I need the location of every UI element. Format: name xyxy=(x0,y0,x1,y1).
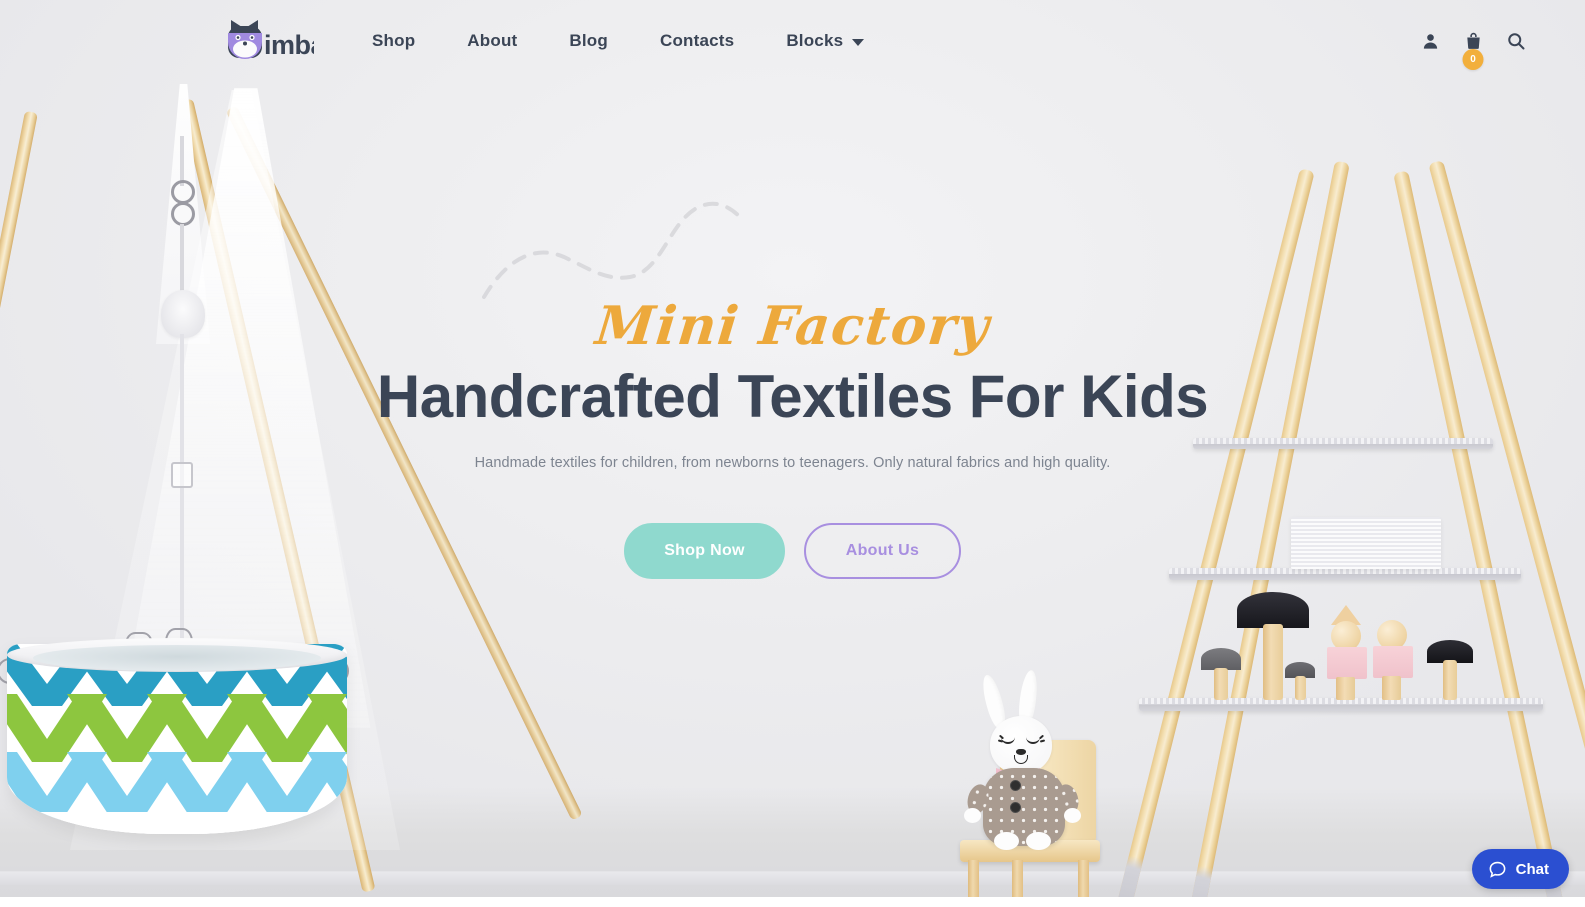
plush-bunny-on-chair xyxy=(938,668,1113,907)
site-header: imba Shop About Blog Contacts Blocks xyxy=(0,0,1585,82)
nav-item-label: About xyxy=(467,31,518,50)
bunny-paw-left xyxy=(964,808,981,823)
bunny-mouth xyxy=(1014,755,1028,764)
hanging-ring-lower xyxy=(171,202,195,226)
cart-count-badge: 0 xyxy=(1462,49,1484,70)
cart-button[interactable]: 0 xyxy=(1460,28,1486,70)
nav-item-blog[interactable]: Blog xyxy=(543,31,634,51)
nav-item-shop[interactable]: Shop xyxy=(372,31,441,51)
chat-widget-label: Chat xyxy=(1515,860,1549,878)
toy-peg-doll-plain xyxy=(1371,620,1413,700)
hero-section: Mini Factory Handcrafted Textiles For Ki… xyxy=(0,295,1585,579)
cat-mascot-logo-icon: imba xyxy=(228,20,314,60)
hanging-ring-upper xyxy=(171,180,195,204)
about-us-button[interactable]: About Us xyxy=(804,522,961,579)
cradle-interior xyxy=(33,645,321,671)
nav-item-about[interactable]: About xyxy=(441,31,543,51)
scalloped-bottom-edge xyxy=(0,897,1585,907)
search-button[interactable] xyxy=(1503,28,1529,54)
chat-bubble-icon xyxy=(1489,861,1506,878)
cradle-chevron-pattern xyxy=(7,644,347,834)
hero-button-row: Shop Now About Us xyxy=(624,522,961,579)
nav-item-label: Shop xyxy=(372,31,416,50)
nav-item-contacts[interactable]: Contacts xyxy=(634,31,760,51)
hero-subtitle: Handmade textiles for children, from new… xyxy=(474,454,1111,471)
bunny-paw-right xyxy=(1064,808,1081,823)
account-button[interactable] xyxy=(1417,28,1443,54)
user-icon xyxy=(1423,33,1437,49)
chat-widget-button[interactable]: Chat xyxy=(1471,849,1569,889)
shopping-bag-icon xyxy=(1466,32,1480,49)
hanging-strap-top xyxy=(180,136,184,186)
nav-item-label: Blocks xyxy=(786,31,844,50)
logo-link[interactable]: imba xyxy=(222,18,314,64)
dashed-wave-line xyxy=(482,201,742,299)
main-navigation: Shop About Blog Contacts Blocks xyxy=(372,31,890,51)
hero-main-title: Handcrafted Textiles For Kids xyxy=(376,363,1209,430)
toy-peg-doll-with-hat xyxy=(1325,605,1367,700)
nav-item-label: Blog xyxy=(569,31,608,50)
toy-mushroom-grey-small xyxy=(1201,648,1241,700)
hero-script-title: Mini Factory xyxy=(592,295,993,357)
search-icon xyxy=(1508,33,1525,50)
toy-mushroom-grey-tiny xyxy=(1285,662,1315,700)
nav-item-label: Contacts xyxy=(659,31,735,50)
bunny-button-upper xyxy=(1010,780,1021,791)
shop-now-button[interactable]: Shop Now xyxy=(624,522,785,579)
bunny-body xyxy=(983,768,1065,846)
bunny-foot-left xyxy=(994,832,1019,850)
header-actions: 0 xyxy=(1417,28,1545,70)
hanging-strap-lower xyxy=(180,224,184,294)
nav-item-blocks[interactable]: Blocks xyxy=(760,31,890,51)
bunny-foot-right xyxy=(1026,832,1051,850)
svg-text:imba: imba xyxy=(264,30,314,60)
bunny-button-lower xyxy=(1010,802,1021,813)
toy-mushroom-black-small xyxy=(1427,640,1473,700)
cradle-body xyxy=(7,644,347,834)
chevron-down-icon xyxy=(852,38,865,46)
page-root: imba Shop About Blog Contacts Blocks xyxy=(0,0,1585,907)
